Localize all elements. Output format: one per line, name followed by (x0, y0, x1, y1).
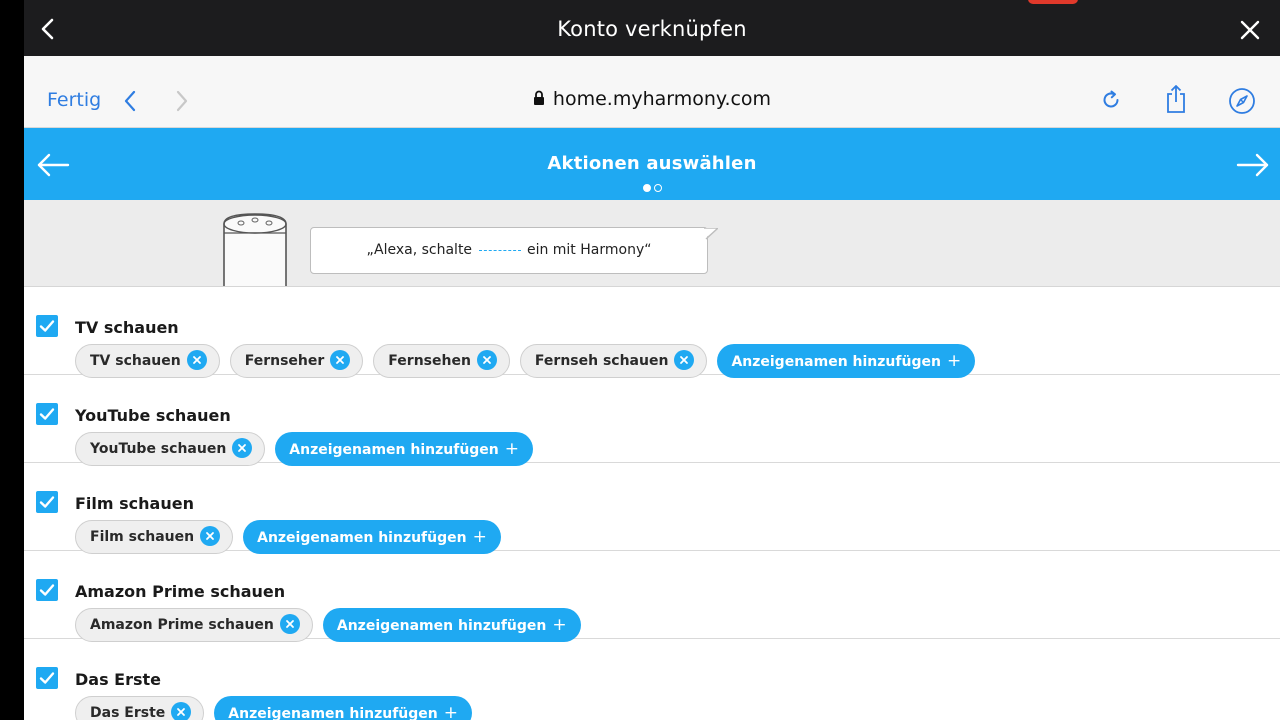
activity-row: Film schauen Film schauen Anzeigenamen hi… (24, 463, 1280, 554)
display-name-text: Film schauen (90, 529, 195, 545)
echo-speaker-illustration (223, 213, 287, 286)
activity-checkbox[interactable] (36, 403, 58, 425)
display-name-text: Amazon Prime schauen (90, 617, 274, 633)
plus-icon: + (504, 439, 520, 459)
close-icon[interactable] (1240, 20, 1260, 40)
display-name-chip: TV schauen (75, 344, 220, 378)
checkmark-icon (39, 408, 55, 420)
checkmark-icon (39, 584, 55, 596)
activity-label: Amazon Prime schauen (75, 582, 286, 601)
activity-row: Das Erste Das Erste Anzeigenamen hinzufüg… (24, 639, 1280, 720)
status-bar-indicator (1028, 0, 1078, 4)
display-name-chip: Fernsehen (373, 344, 510, 378)
activity-label: Das Erste (75, 670, 162, 689)
add-display-name-label: Anzeigenamen hinzufügen (336, 618, 547, 634)
add-display-name-button[interactable]: Anzeigenamen hinzufügen + (214, 696, 473, 720)
page-dot-active (642, 184, 651, 192)
address-url: home.myharmony.com (552, 88, 772, 110)
display-name-chip: Fernseher (229, 344, 364, 378)
display-name-chips: Das Erste Anzeigenamen hinzufügen + (75, 696, 473, 720)
page-indicator (24, 184, 1280, 192)
display-name-chip: Das Erste (75, 696, 205, 720)
add-display-name-button[interactable]: Anzeigenamen hinzufügen + (717, 344, 976, 378)
display-name-text: TV schauen (90, 353, 181, 369)
activity-row: TV schauen TV schauen Fernseher Fernsehen F… (24, 287, 1280, 378)
voice-command-hero: „Alexa, schalte ein mit Harmony“ (24, 200, 1280, 287)
modal-titlebar: Konto verknüpfen (24, 0, 1280, 56)
checkmark-icon (39, 496, 55, 508)
remove-x-icon[interactable] (200, 526, 221, 546)
wizard-heading: Aktionen auswählen (547, 153, 757, 174)
page-dot (653, 184, 662, 192)
address-bar[interactable]: home.myharmony.com (24, 88, 1280, 110)
remove-x-icon[interactable] (330, 350, 351, 370)
display-name-chip: Fernseh schauen (519, 344, 708, 378)
display-name-chip: Film schauen (75, 520, 234, 554)
display-name-chip: Amazon Prime schauen (75, 608, 313, 642)
remove-x-icon[interactable] (171, 702, 192, 720)
activity-checkbox[interactable] (36, 667, 58, 689)
plus-icon: + (946, 351, 962, 371)
activity-row: YouTube schauen YouTube schauen Anzeigena… (24, 375, 1280, 466)
wizard-header: Aktionen auswählen (24, 128, 1280, 200)
display-name-text: Fernsehen (388, 353, 471, 369)
speech-bubble-tail (704, 228, 718, 240)
reload-icon[interactable] (1100, 89, 1122, 111)
activity-list: TV schauen TV schauen Fernseher Fernsehen F… (24, 287, 1280, 720)
plus-icon: + (443, 703, 459, 720)
modal-title: Konto verknüpfen (557, 17, 747, 41)
display-name-text: Fernseher (244, 353, 325, 369)
remove-x-icon[interactable] (232, 438, 253, 458)
add-display-name-label: Anzeigenamen hinzufügen (289, 442, 499, 458)
display-name-chip: YouTube schauen (75, 432, 266, 466)
compass-icon[interactable] (1228, 87, 1256, 115)
add-display-name-label: Anzeigenamen hinzufügen (257, 530, 467, 546)
add-display-name-label: Anzeigenamen hinzufügen (731, 354, 941, 370)
activity-checkbox[interactable] (36, 579, 58, 601)
plus-icon: + (472, 527, 487, 547)
lock-icon (533, 90, 544, 105)
add-display-name-label: Anzeigenamen hinzufügen (228, 706, 438, 720)
phrase-blank (478, 250, 521, 251)
add-display-name-button[interactable]: Anzeigenamen hinzufügen + (322, 608, 581, 642)
display-name-text: YouTube schauen (90, 441, 227, 457)
phrase-prefix: „Alexa, schalte (366, 242, 473, 258)
display-name-text: Fernseh schauen (534, 353, 669, 369)
add-display-name-button[interactable]: Anzeigenamen hinzufügen + (243, 520, 501, 554)
remove-x-icon[interactable] (186, 350, 207, 370)
remove-x-icon[interactable] (279, 614, 300, 634)
arrow-right-icon[interactable] (1236, 152, 1270, 178)
browser-toolbar: Fertig home.myharmony.com (24, 56, 1280, 128)
checkmark-icon (39, 320, 55, 332)
activity-row: Amazon Prime schauen Amazon Prime schaue… (24, 551, 1280, 642)
remove-x-icon[interactable] (674, 350, 695, 370)
activity-label: TV schauen (75, 318, 179, 337)
left-screen-edge (0, 0, 24, 720)
activity-label: YouTube schauen (75, 406, 231, 425)
plus-icon: + (552, 615, 567, 635)
speech-bubble: „Alexa, schalte ein mit Harmony“ (310, 227, 708, 274)
activity-checkbox[interactable] (36, 315, 58, 337)
share-icon[interactable] (1164, 84, 1188, 114)
add-display-name-button[interactable]: Anzeigenamen hinzufügen + (275, 432, 534, 466)
activity-checkbox[interactable] (36, 491, 58, 513)
display-name-text: Das Erste (90, 705, 166, 720)
remove-x-icon[interactable] (476, 350, 497, 370)
phrase-suffix: ein mit Harmony“ (526, 242, 652, 258)
activity-label: Film schauen (75, 494, 194, 513)
checkmark-icon (39, 672, 55, 684)
